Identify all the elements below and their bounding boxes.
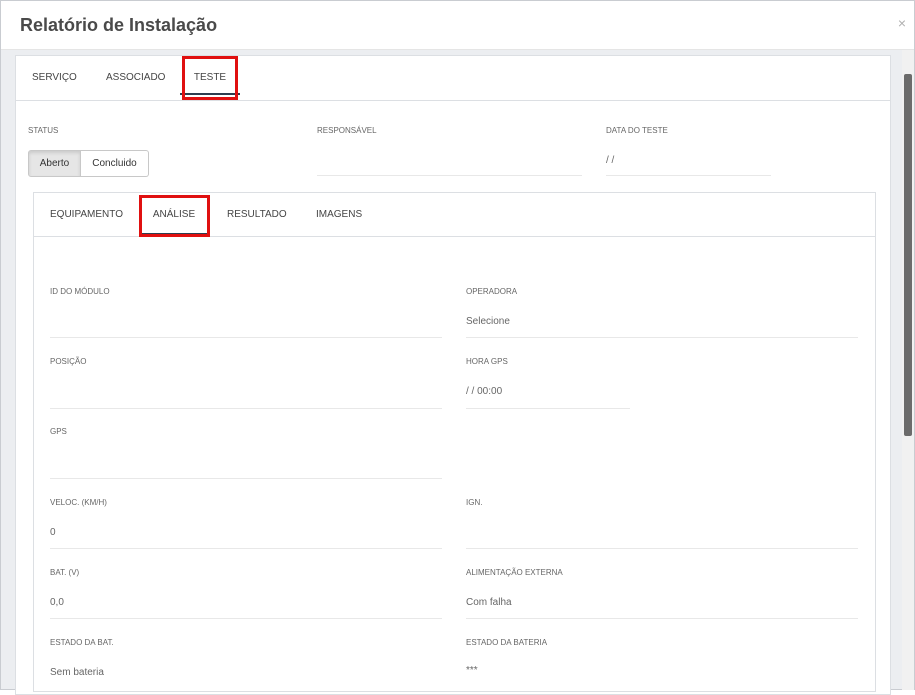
responsavel-input[interactable] xyxy=(317,156,582,174)
tab-equipamento[interactable]: EQUIPAMENTO xyxy=(50,209,123,220)
estado-bat-label: ESTADO DA BAT. xyxy=(50,638,114,647)
data-teste-underline xyxy=(606,175,771,176)
gps-underline xyxy=(50,478,442,479)
top-tab-bar: SERVIÇO ASSOCIADO TESTE xyxy=(16,56,890,101)
highlight-box-teste xyxy=(182,56,238,100)
data-teste-input[interactable]: / / xyxy=(606,155,614,166)
tab-servico[interactable]: SERVIÇO xyxy=(32,72,77,83)
status-aberto-button[interactable]: Aberto xyxy=(28,150,81,177)
estado-bateria-label: ESTADO DA BATERIA xyxy=(466,638,548,647)
responsavel-underline xyxy=(317,175,582,176)
hora-gps-input[interactable]: / / 00:00 xyxy=(466,386,502,397)
veloc-underline xyxy=(50,548,442,549)
status-toggle: Aberto Concluido xyxy=(28,150,149,177)
status-concluido-button[interactable]: Concluido xyxy=(81,150,149,177)
ign-input[interactable] xyxy=(466,525,858,541)
analysis-panel: EQUIPAMENTO ANÁLISE RESULTADO IMAGENS ID… xyxy=(33,192,876,692)
id-modulo-label: ID DO MÓDULO xyxy=(50,287,110,296)
scrollbar-thumb[interactable] xyxy=(904,74,912,436)
estado-bat-select[interactable]: Sem bateria xyxy=(50,667,104,678)
bat-underline xyxy=(50,618,442,619)
hora-gps-label: HORA GPS xyxy=(466,357,508,366)
scrollbar[interactable] xyxy=(902,50,914,690)
veloc-label: VELOC. (KM/H) xyxy=(50,498,107,507)
tab-resultado[interactable]: RESULTADO xyxy=(227,209,287,220)
gps-label: GPS xyxy=(50,427,67,436)
close-icon[interactable]: × xyxy=(898,15,906,31)
posicao-label: POSIÇÃO xyxy=(50,357,87,366)
tab-imagens[interactable]: IMAGENS xyxy=(316,209,362,220)
installation-report-modal: Relatório de Instalação × SERVIÇO ASSOCI… xyxy=(0,0,915,695)
alimentacao-select[interactable]: Com falha xyxy=(466,597,512,608)
alimentacao-label: ALIMENTAÇÃO EXTERNA xyxy=(466,568,563,577)
id-modulo-input[interactable] xyxy=(50,315,442,331)
highlight-box-analise xyxy=(139,195,210,237)
hora-gps-underline xyxy=(466,408,630,409)
bat-input[interactable]: 0,0 xyxy=(50,597,64,608)
data-teste-label: DATA DO TESTE xyxy=(606,126,668,135)
modal-title: Relatório de Instalação xyxy=(20,15,218,35)
bat-label: BAT. (V) xyxy=(50,568,80,577)
posicao-input[interactable] xyxy=(50,385,442,401)
operadora-label: OPERADORA xyxy=(466,287,518,296)
ign-label: IGN. xyxy=(466,498,483,507)
responsavel-label: RESPONSÁVEL xyxy=(317,126,377,135)
operadora-select[interactable]: Selecione xyxy=(466,316,510,327)
gps-input[interactable] xyxy=(50,455,442,471)
alimentacao-underline xyxy=(466,618,858,619)
ign-underline xyxy=(466,548,858,549)
posicao-underline xyxy=(50,408,442,409)
tab-associado[interactable]: ASSOCIADO xyxy=(106,72,165,83)
operadora-underline xyxy=(466,337,858,338)
modal-header: Relatório de Instalação × xyxy=(1,1,914,50)
report-card: SERVIÇO ASSOCIADO TESTE STATUS Aberto Co… xyxy=(15,55,891,695)
veloc-input[interactable]: 0 xyxy=(50,527,56,538)
status-label: STATUS xyxy=(28,126,59,135)
id-modulo-underline xyxy=(50,337,442,338)
estado-bateria-value[interactable]: *** xyxy=(466,665,478,676)
